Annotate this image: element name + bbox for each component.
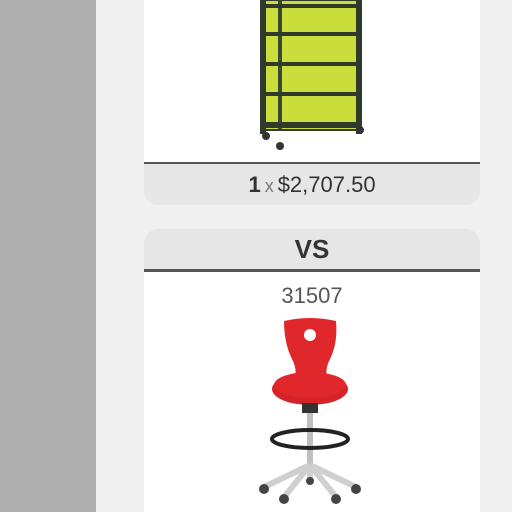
- product-code: 31507: [281, 283, 343, 308]
- vs-divider: VS: [144, 229, 480, 272]
- price-summary: 1 x $2,707.50: [144, 162, 480, 205]
- red-stool-chair-image: [259, 318, 361, 504]
- left-gray-panel: [0, 0, 96, 512]
- right-margin: [480, 0, 512, 512]
- price-value: $2,707.50: [277, 172, 376, 197]
- product-image-area: [144, 0, 480, 162]
- product-card-top[interactable]: 1 x $2,707.50: [144, 0, 480, 205]
- bookshelf-image: [260, 0, 364, 150]
- quantity-value: 1: [248, 172, 261, 197]
- times-symbol: x: [264, 176, 274, 196]
- product-card-bottom[interactable]: VS 31507: [144, 229, 480, 512]
